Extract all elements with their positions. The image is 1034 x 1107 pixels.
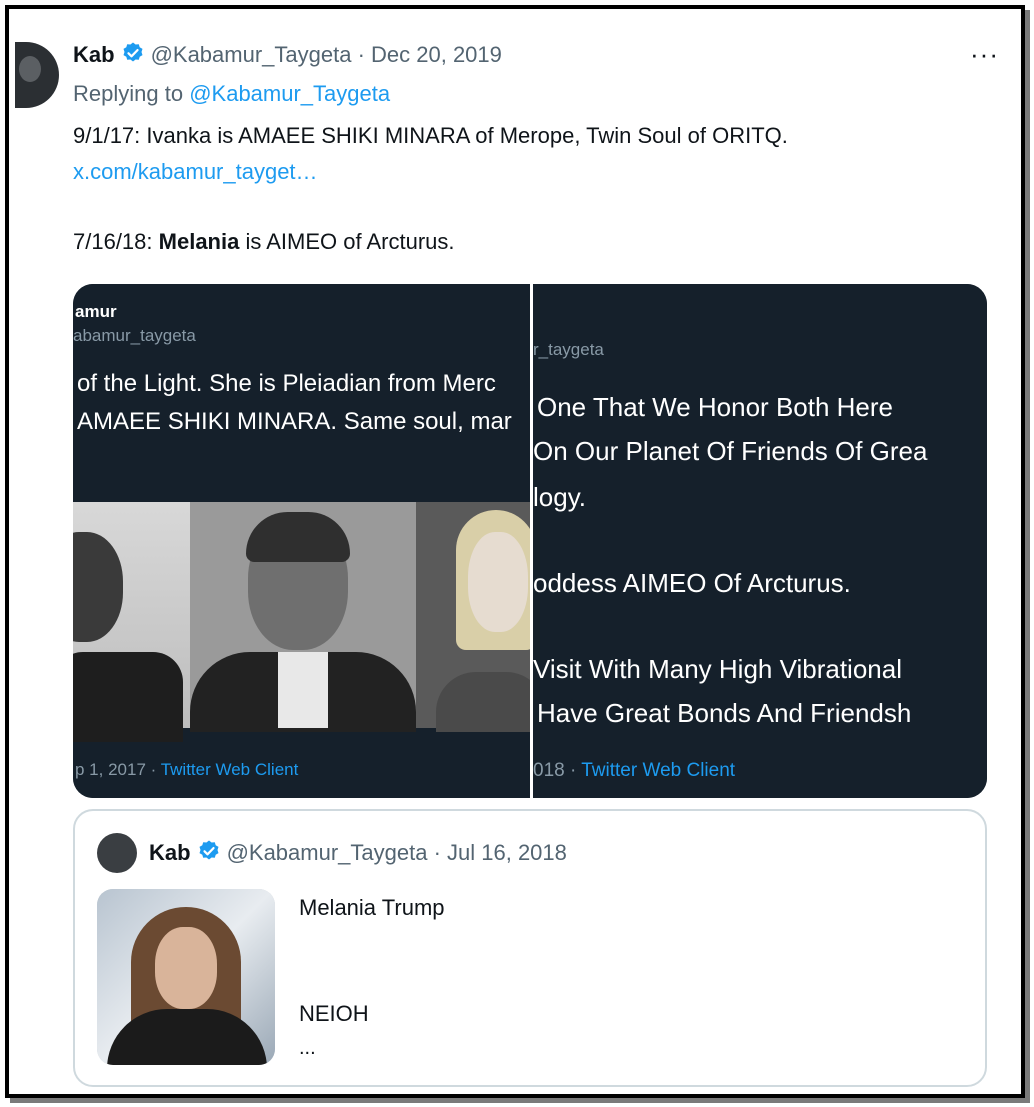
shot-text-line: One That We Honor Both Here — [537, 392, 894, 422]
quoted-author-name[interactable]: Kab — [149, 840, 191, 865]
tweet-text-line3: 7/16/18: Melania is AIMEO of Arcturus. — [73, 229, 455, 255]
shot-text-line: AMAEE SHIKI MINARA. Same soul, mar — [77, 408, 512, 435]
line3-bold: Melania — [158, 229, 240, 254]
quoted-subtitle: NEIOH — [299, 1001, 369, 1026]
quoted-author-avatar[interactable] — [97, 833, 137, 873]
shot-text-line: oddess AIMEO Of Arcturus. — [533, 568, 851, 598]
more-options-icon[interactable]: ··· — [970, 39, 999, 70]
quoted-thumbnail[interactable] — [97, 889, 275, 1065]
author-handle[interactable]: @Kabamur_Taygeta — [151, 42, 352, 67]
quoted-author-handle[interactable]: @Kabamur_Taygeta — [227, 840, 428, 865]
shot-text-line: of the Light. She is Pleiadian from Merc — [77, 370, 496, 397]
shot-author-handle: abamur_taygeta — [73, 326, 196, 345]
screenshot-frame: Kab @Kabamur_Taygeta · Dec 20, 2019 ··· R… — [5, 5, 1025, 1098]
shot-author-handle: r_taygeta — [533, 340, 604, 359]
shot-footer-date: p 1, 2017 · — [75, 760, 161, 779]
shot-footer-client: Twitter Web Client — [581, 760, 736, 781]
verified-badge-icon — [197, 839, 221, 869]
tweet-link[interactable]: x.com/kabamur_tayget… — [73, 159, 318, 185]
line3-suffix: is AIMEO of Arcturus. — [239, 229, 455, 254]
quoted-tweet-header: Kab @Kabamur_Taygeta · Jul 16, 2018 — [149, 839, 567, 869]
shot-footer: 018 · Twitter Web Client — [533, 760, 735, 782]
shot-footer-client: Twitter Web Client — [160, 760, 299, 779]
media-image-right[interactable]: r_taygeta One That We Honor Both Here On… — [533, 284, 987, 798]
quoted-tweet[interactable]: Kab @Kabamur_Taygeta · Jul 16, 2018 Melan… — [73, 809, 987, 1087]
shot-text-line: Have Great Bonds And Friendsh — [537, 698, 912, 728]
author-name[interactable]: Kab — [73, 42, 115, 67]
tweet-header: Kab @Kabamur_Taygeta · Dec 20, 2019 — [73, 41, 502, 71]
shot-text-line: logy. — [533, 482, 586, 512]
portrait-strip — [73, 502, 530, 742]
shot-footer-date: 018 · — [533, 760, 582, 781]
quoted-ellipsis: ... — [299, 1037, 316, 1059]
shot-text-line: Visit With Many High Vibrational — [533, 654, 902, 684]
header-separator: · — [351, 42, 372, 67]
header-separator: · — [427, 840, 448, 865]
quoted-title: Melania Trump — [299, 895, 445, 920]
line3-prefix: 7/16/18: — [73, 229, 159, 254]
replying-to: Replying to @Kabamur_Taygeta — [73, 81, 390, 107]
tweet-text-line1: 9/1/17: Ivanka is AMAEE SHIKI MINARA of … — [73, 123, 788, 148]
media-image-left[interactable]: amur abamur_taygeta of the Light. She is… — [73, 284, 530, 798]
portrait-photo — [190, 502, 416, 732]
replying-to-handle[interactable]: @Kabamur_Taygeta — [189, 81, 390, 106]
replying-to-label: Replying to — [73, 81, 184, 106]
portrait-photo — [416, 502, 530, 732]
portrait-photo — [73, 502, 190, 742]
quoted-date[interactable]: Jul 16, 2018 — [447, 840, 567, 865]
media-grid[interactable]: amur abamur_taygeta of the Light. She is… — [73, 284, 987, 798]
tweet-date[interactable]: Dec 20, 2019 — [371, 42, 502, 67]
shot-footer: p 1, 2017 · Twitter Web Client — [75, 760, 298, 780]
shot-author-name: amur — [75, 302, 117, 321]
shot-text-line: On Our Planet Of Friends Of Grea — [533, 436, 928, 466]
verified-badge-icon — [121, 41, 145, 71]
author-avatar[interactable] — [15, 42, 59, 108]
